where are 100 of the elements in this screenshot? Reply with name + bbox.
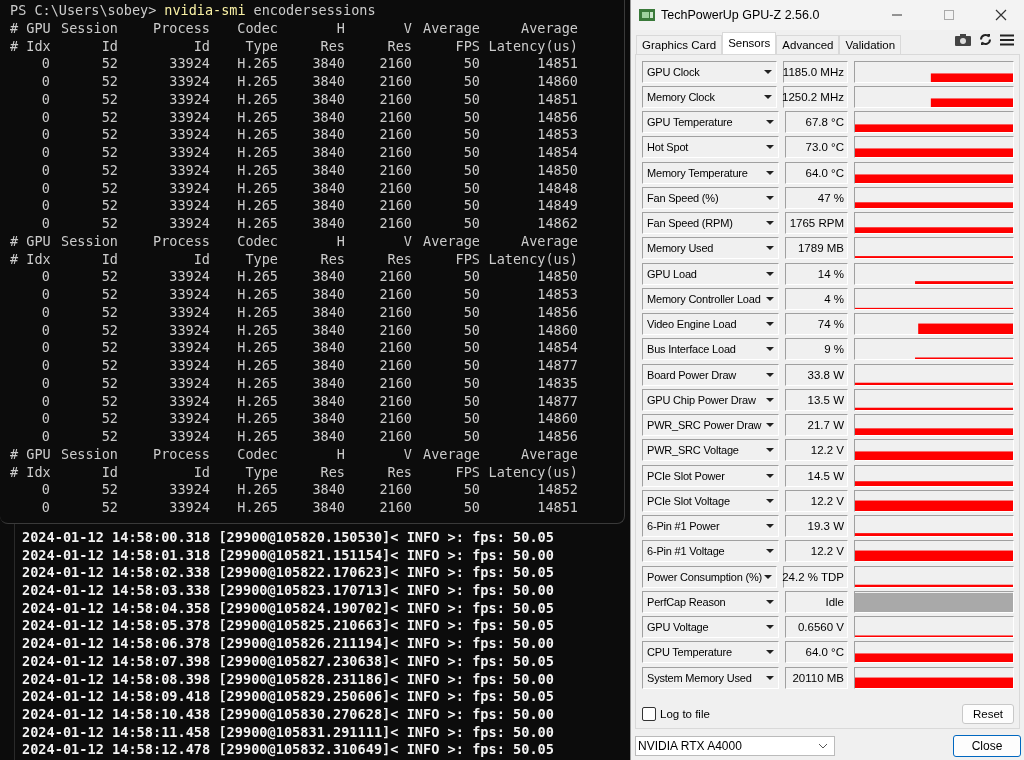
- log-line: 2024-01-12 14:58:07.398 [29900@105827.230638]< INFO >: fps: 50.05: [22, 652, 555, 671]
- close-button[interactable]: Close: [953, 735, 1021, 758]
- column-header: Session: [60, 232, 118, 251]
- table-cell-text: 3840: [311, 499, 345, 517]
- table-cell-text: 2160: [378, 179, 412, 198]
- table-cell-text: 33924: [168, 108, 210, 127]
- table-cell-text: 0: [40, 55, 50, 73]
- table-cell-text: H.265: [236, 410, 278, 428]
- table-cell-text: 2160: [378, 321, 412, 340]
- table-cell-text: 50: [462, 410, 480, 428]
- table-cell-text: 2160: [378, 55, 412, 73]
- sensor-dropdown[interactable]: Hot Spot: [642, 136, 780, 159]
- sensor-dropdown[interactable]: Power Consumption (%): [642, 565, 777, 588]
- table-cell-text: H.265: [236, 108, 278, 127]
- sensor-dropdown[interactable]: 6-Pin #1 Voltage: [642, 540, 780, 563]
- table-cell-text: 0: [40, 286, 50, 304]
- sensor-dropdown[interactable]: Fan Speed (%): [642, 186, 780, 209]
- table-cell-text: 14851: [536, 499, 578, 517]
- table-cell-text: H.265: [236, 179, 278, 198]
- table-cell-text: H.265: [236, 90, 278, 109]
- sensor-value: 74 %: [785, 313, 848, 336]
- sensor-value: 1185.0 MHz: [783, 60, 848, 83]
- sensor-dropdown[interactable]: Memory Temperature: [642, 161, 780, 184]
- sensor-dropdown[interactable]: 6-Pin #1 Power: [642, 515, 780, 538]
- sensor-dropdown[interactable]: GPU Load: [642, 262, 780, 285]
- table-cell-text: 3840: [311, 73, 345, 91]
- column-header: V: [402, 445, 412, 464]
- table-cell-text: 52: [100, 499, 118, 517]
- sensor-dropdown[interactable]: GPU Voltage: [642, 616, 780, 639]
- table-cell-text: 2160: [378, 374, 412, 393]
- table-cell-text: 3840: [311, 126, 345, 144]
- table-cell-text: 33924: [168, 55, 210, 73]
- sensor-value: 12.2 V: [785, 489, 848, 512]
- table-cell-text: 2160: [378, 126, 412, 144]
- column-header: Process: [152, 232, 210, 251]
- table-cell-text: 3840: [311, 392, 345, 411]
- table-cell-text: 52: [100, 144, 118, 162]
- table-cell-text: H.265: [236, 286, 278, 304]
- column-header: Res: [319, 250, 345, 269]
- table-cell-text: 14862: [536, 215, 578, 233]
- table-cell-text: 0: [40, 303, 50, 322]
- table-cell-text: 33924: [168, 90, 210, 109]
- sensor-dropdown[interactable]: CPU Temperature: [642, 641, 780, 664]
- sensor-dropdown[interactable]: Board Power Draw: [642, 363, 780, 386]
- column-header: Res: [386, 250, 412, 269]
- table-cell-text: 2160: [378, 286, 412, 304]
- column-header: Codec: [236, 232, 278, 251]
- sensor-value: 12.2 V: [785, 540, 848, 563]
- table-cell-text: 33924: [168, 499, 210, 517]
- table-cell-text: 33924: [168, 481, 210, 499]
- table-cell-text: 50: [462, 144, 480, 162]
- table-cell-text: 14854: [536, 339, 578, 357]
- sensor-dropdown[interactable]: PWR_SRC Power Draw: [642, 414, 780, 437]
- sensor-dropdown[interactable]: PCIe Slot Power: [642, 464, 780, 487]
- sensor-dropdown[interactable]: Memory Used: [642, 237, 780, 260]
- tab[interactable]: Validation: [839, 35, 902, 54]
- table-cell-text: 14856: [536, 108, 578, 127]
- sensor-dropdown[interactable]: Video Engine Load: [642, 313, 780, 336]
- sensor-dropdown[interactable]: Memory Controller Load: [642, 287, 780, 310]
- sensor-dropdown[interactable]: PerfCap Reason: [642, 590, 780, 613]
- table-cell-text: 14850: [536, 161, 578, 180]
- sensor-dropdown[interactable]: PCIe Slot Voltage: [642, 489, 780, 512]
- table-cell-text: 0: [40, 126, 50, 144]
- table-cell-text: H.265: [236, 73, 278, 91]
- sensor-dropdown[interactable]: Fan Speed (RPM): [642, 212, 780, 235]
- column-header: # Idx: [10, 250, 50, 269]
- tab[interactable]: Graphics Card: [636, 35, 723, 54]
- sensor-value: Idle: [785, 590, 848, 613]
- column-header: Average: [422, 19, 480, 38]
- table-cell-text: 3840: [311, 90, 345, 109]
- table-cell-text: 14848: [536, 179, 578, 198]
- log-line: 2024-01-12 14:58:08.398 [29900@105828.231186]< INFO >: fps: 50.00: [22, 670, 555, 689]
- table-cell-text: 14835: [536, 374, 578, 393]
- table-cell-text: 33924: [168, 215, 210, 233]
- reset-button[interactable]: Reset: [961, 704, 1014, 725]
- table-cell-text: 3840: [311, 481, 345, 499]
- column-header: FPS: [454, 463, 480, 482]
- column-header: FPS: [454, 37, 480, 56]
- sensor-dropdown[interactable]: GPU Chip Power Draw: [642, 388, 780, 411]
- device-dropdown[interactable]: NVIDIA RTX A4000: [635, 736, 835, 757]
- sensor-dropdown[interactable]: PWR_SRC Voltage: [642, 439, 780, 462]
- log-to-file-checkbox[interactable]: Log to file: [642, 707, 710, 722]
- column-header: Average: [422, 445, 480, 464]
- table-cell-text: 0: [40, 392, 50, 411]
- log-line: 2024-01-12 14:58:01.318 [29900@105821.151154]< INFO >: fps: 50.00: [22, 546, 555, 565]
- sensor-dropdown[interactable]: Memory Clock: [642, 85, 777, 108]
- table-cell-text: 2160: [378, 197, 412, 215]
- sensor-dropdown[interactable]: GPU Temperature: [642, 111, 780, 134]
- table-cell-text: H.265: [236, 321, 278, 340]
- table-cell-text: 14860: [536, 410, 578, 428]
- column-header: V: [402, 19, 412, 38]
- sensor-dropdown[interactable]: System Memory Used: [642, 666, 780, 689]
- sensor-dropdown[interactable]: Bus Interface Load: [642, 338, 780, 361]
- sensor-dropdown[interactable]: GPU Clock: [642, 60, 777, 83]
- tab[interactable]: Advanced: [776, 35, 840, 54]
- column-header: Average: [520, 232, 578, 251]
- sensor-value: 13.5 W: [785, 388, 848, 411]
- tab[interactable]: Sensors: [722, 32, 777, 54]
- table-cell-text: 0: [40, 268, 50, 286]
- table-cell-text: 2160: [378, 161, 412, 180]
